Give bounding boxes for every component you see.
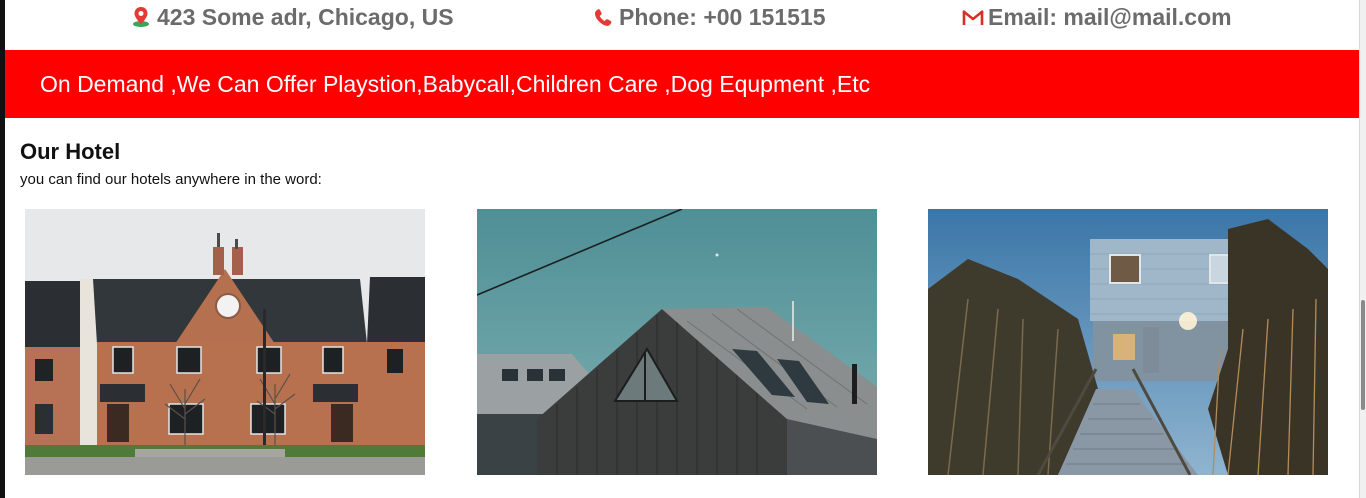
hotel-image-coastal-house[interactable] (928, 209, 1328, 475)
hotel-image-dark-wooden-house[interactable] (477, 209, 877, 475)
contact-address: 423 Some adr, Chicago, US (131, 3, 454, 31)
banner-text: On Demand ,We Can Offer Playstion,Babyca… (40, 71, 871, 97)
map-pin-icon (131, 6, 151, 28)
phone-text: Phone: +00 151515 (619, 3, 826, 30)
email-text: Email: mail@mail.com (988, 3, 1232, 30)
phone-icon (593, 6, 613, 28)
contact-email: Email: mail@mail.com (962, 3, 1232, 31)
vertical-scrollbar[interactable] (1359, 0, 1366, 498)
gmail-icon (962, 6, 984, 28)
section-subtitle: you can find our hotels anywhere in the … (20, 171, 322, 188)
address-text: 423 Some adr, Chicago, US (157, 3, 454, 30)
hotel-image-brick-houses[interactable] (25, 209, 425, 475)
contact-bar: 423 Some adr, Chicago, US Phone: +00 151… (5, 0, 1359, 50)
contact-phone: Phone: +00 151515 (593, 3, 825, 31)
section-title: Our Hotel (20, 139, 121, 164)
services-banner: On Demand ,We Can Offer Playstion,Babyca… (5, 50, 1359, 118)
scrollbar-thumb[interactable] (1361, 300, 1365, 410)
